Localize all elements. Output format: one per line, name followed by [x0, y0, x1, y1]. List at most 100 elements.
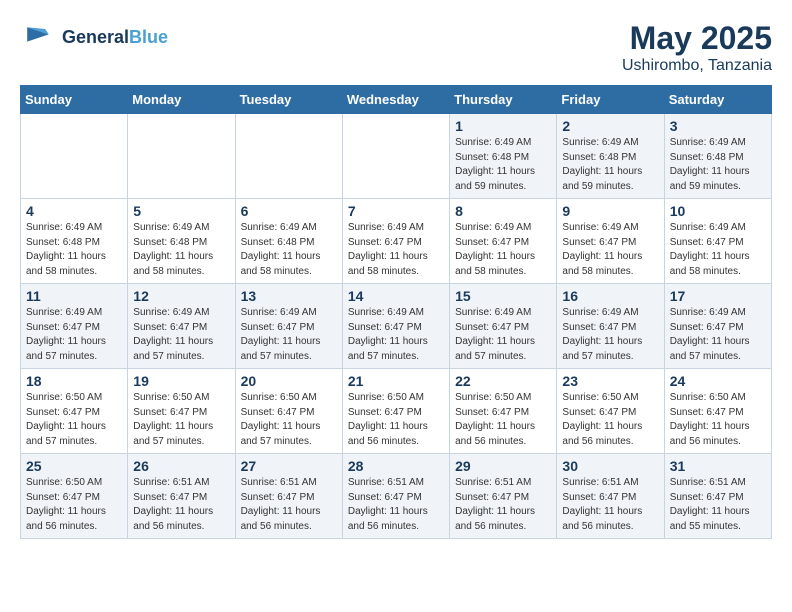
day-number: 18: [26, 373, 122, 389]
day-info: Sunrise: 6:51 AM Sunset: 6:47 PM Dayligh…: [562, 476, 658, 534]
day-number: 14: [348, 288, 444, 304]
day-number: 15: [455, 288, 551, 304]
day-info: Sunrise: 6:49 AM Sunset: 6:47 PM Dayligh…: [562, 221, 658, 279]
calendar-cell: 25 Sunrise: 6:50 AM Sunset: 6:47 PM Dayli…: [21, 454, 128, 539]
calendar-cell: 28 Sunrise: 6:51 AM Sunset: 6:47 PM Dayli…: [342, 454, 449, 539]
calendar-cell: 10 Sunrise: 6:49 AM Sunset: 6:47 PM Dayli…: [664, 199, 771, 284]
header-monday: Monday: [128, 86, 235, 114]
day-info: Sunrise: 6:49 AM Sunset: 6:47 PM Dayligh…: [455, 306, 551, 364]
day-info: Sunrise: 6:49 AM Sunset: 6:47 PM Dayligh…: [670, 221, 766, 279]
week-row-3: 18 Sunrise: 6:50 AM Sunset: 6:47 PM Dayli…: [21, 369, 772, 454]
day-number: 7: [348, 203, 444, 219]
day-number: 26: [133, 458, 229, 474]
day-info: Sunrise: 6:51 AM Sunset: 6:47 PM Dayligh…: [241, 476, 337, 534]
calendar-cell: 9 Sunrise: 6:49 AM Sunset: 6:47 PM Daylig…: [557, 199, 664, 284]
header-row: SundayMondayTuesdayWednesdayThursdayFrid…: [21, 86, 772, 114]
day-info: Sunrise: 6:50 AM Sunset: 6:47 PM Dayligh…: [133, 391, 229, 449]
day-info: Sunrise: 6:50 AM Sunset: 6:47 PM Dayligh…: [26, 391, 122, 449]
day-number: 3: [670, 118, 766, 134]
week-row-2: 11 Sunrise: 6:49 AM Sunset: 6:47 PM Dayli…: [21, 284, 772, 369]
calendar-cell: 4 Sunrise: 6:49 AM Sunset: 6:48 PM Daylig…: [21, 199, 128, 284]
day-info: Sunrise: 6:49 AM Sunset: 6:47 PM Dayligh…: [348, 221, 444, 279]
day-number: 12: [133, 288, 229, 304]
calendar-cell: 22Sunrise: 6:50 AM Sunset: 6:47 PM Dayli…: [450, 369, 557, 454]
logo-text: GeneralBlue: [62, 28, 168, 48]
day-number: 16: [562, 288, 658, 304]
calendar-table: SundayMondayTuesdayWednesdayThursdayFrid…: [20, 85, 772, 539]
calendar-cell: 27 Sunrise: 6:51 AM Sunset: 6:47 PM Dayli…: [235, 454, 342, 539]
logo: GeneralBlue: [20, 20, 168, 56]
day-number: 6: [241, 203, 337, 219]
day-number: 17: [670, 288, 766, 304]
day-number: 13: [241, 288, 337, 304]
day-info: Sunrise: 6:49 AM Sunset: 6:48 PM Dayligh…: [562, 136, 658, 194]
calendar-body: 1 Sunrise: 6:49 AM Sunset: 6:48 PM Daylig…: [21, 114, 772, 539]
calendar-cell: 14Sunrise: 6:49 AM Sunset: 6:47 PM Dayli…: [342, 284, 449, 369]
day-number: 31: [670, 458, 766, 474]
day-info: Sunrise: 6:49 AM Sunset: 6:47 PM Dayligh…: [241, 306, 337, 364]
day-info: Sunrise: 6:50 AM Sunset: 6:47 PM Dayligh…: [348, 391, 444, 449]
day-info: Sunrise: 6:49 AM Sunset: 6:48 PM Dayligh…: [670, 136, 766, 194]
day-info: Sunrise: 6:51 AM Sunset: 6:47 PM Dayligh…: [133, 476, 229, 534]
calendar-cell: 8Sunrise: 6:49 AM Sunset: 6:47 PM Daylig…: [450, 199, 557, 284]
week-row-0: 1 Sunrise: 6:49 AM Sunset: 6:48 PM Daylig…: [21, 114, 772, 199]
calendar-cell: [342, 114, 449, 199]
day-number: 24: [670, 373, 766, 389]
day-number: 10: [670, 203, 766, 219]
day-info: Sunrise: 6:50 AM Sunset: 6:47 PM Dayligh…: [562, 391, 658, 449]
calendar-cell: 15 Sunrise: 6:49 AM Sunset: 6:47 PM Dayli…: [450, 284, 557, 369]
subtitle: Ushirombo, Tanzania: [622, 57, 772, 75]
day-number: 1: [455, 118, 551, 134]
day-number: 27: [241, 458, 337, 474]
day-number: 21: [348, 373, 444, 389]
day-number: 19: [133, 373, 229, 389]
day-number: 8: [455, 203, 551, 219]
day-number: 23: [562, 373, 658, 389]
calendar-cell: 1 Sunrise: 6:49 AM Sunset: 6:48 PM Daylig…: [450, 114, 557, 199]
calendar-cell: 13 Sunrise: 6:49 AM Sunset: 6:47 PM Dayli…: [235, 284, 342, 369]
day-number: 5: [133, 203, 229, 219]
main-title: May 2025: [622, 20, 772, 57]
calendar-cell: 21 Sunrise: 6:50 AM Sunset: 6:47 PM Dayli…: [342, 369, 449, 454]
week-row-4: 25 Sunrise: 6:50 AM Sunset: 6:47 PM Dayli…: [21, 454, 772, 539]
day-info: Sunrise: 6:51 AM Sunset: 6:47 PM Dayligh…: [348, 476, 444, 534]
day-info: Sunrise: 6:50 AM Sunset: 6:47 PM Dayligh…: [26, 476, 122, 534]
calendar-cell: 26 Sunrise: 6:51 AM Sunset: 6:47 PM Dayli…: [128, 454, 235, 539]
logo-icon: [20, 20, 56, 56]
calendar-cell: [21, 114, 128, 199]
day-number: 25: [26, 458, 122, 474]
header-thursday: Thursday: [450, 86, 557, 114]
title-block: May 2025 Ushirombo, Tanzania: [622, 20, 772, 75]
day-number: 28: [348, 458, 444, 474]
day-info: Sunrise: 6:49 AM Sunset: 6:47 PM Dayligh…: [26, 306, 122, 364]
calendar-cell: 31Sunrise: 6:51 AM Sunset: 6:47 PM Dayli…: [664, 454, 771, 539]
day-info: Sunrise: 6:49 AM Sunset: 6:48 PM Dayligh…: [26, 221, 122, 279]
calendar-cell: 5 Sunrise: 6:49 AM Sunset: 6:48 PM Daylig…: [128, 199, 235, 284]
page-header: GeneralBlue May 2025 Ushirombo, Tanzania: [20, 20, 772, 75]
day-number: 20: [241, 373, 337, 389]
day-info: Sunrise: 6:49 AM Sunset: 6:48 PM Dayligh…: [455, 136, 551, 194]
day-info: Sunrise: 6:49 AM Sunset: 6:47 PM Dayligh…: [670, 306, 766, 364]
day-number: 9: [562, 203, 658, 219]
week-row-1: 4 Sunrise: 6:49 AM Sunset: 6:48 PM Daylig…: [21, 199, 772, 284]
day-info: Sunrise: 6:51 AM Sunset: 6:47 PM Dayligh…: [455, 476, 551, 534]
header-friday: Friday: [557, 86, 664, 114]
calendar-cell: 23 Sunrise: 6:50 AM Sunset: 6:47 PM Dayli…: [557, 369, 664, 454]
header-wednesday: Wednesday: [342, 86, 449, 114]
header-saturday: Saturday: [664, 86, 771, 114]
calendar-cell: [128, 114, 235, 199]
calendar-cell: [235, 114, 342, 199]
day-number: 22: [455, 373, 551, 389]
day-info: Sunrise: 6:49 AM Sunset: 6:48 PM Dayligh…: [133, 221, 229, 279]
day-info: Sunrise: 6:49 AM Sunset: 6:48 PM Dayligh…: [241, 221, 337, 279]
calendar-cell: 17 Sunrise: 6:49 AM Sunset: 6:47 PM Dayli…: [664, 284, 771, 369]
day-number: 30: [562, 458, 658, 474]
calendar-cell: 12Sunrise: 6:49 AM Sunset: 6:47 PM Dayli…: [128, 284, 235, 369]
day-info: Sunrise: 6:49 AM Sunset: 6:47 PM Dayligh…: [562, 306, 658, 364]
calendar-cell: 19 Sunrise: 6:50 AM Sunset: 6:47 PM Dayli…: [128, 369, 235, 454]
calendar-cell: 2Sunrise: 6:49 AM Sunset: 6:48 PM Daylig…: [557, 114, 664, 199]
day-info: Sunrise: 6:50 AM Sunset: 6:47 PM Dayligh…: [670, 391, 766, 449]
day-number: 4: [26, 203, 122, 219]
day-number: 11: [26, 288, 122, 304]
calendar-header: SundayMondayTuesdayWednesdayThursdayFrid…: [21, 86, 772, 114]
